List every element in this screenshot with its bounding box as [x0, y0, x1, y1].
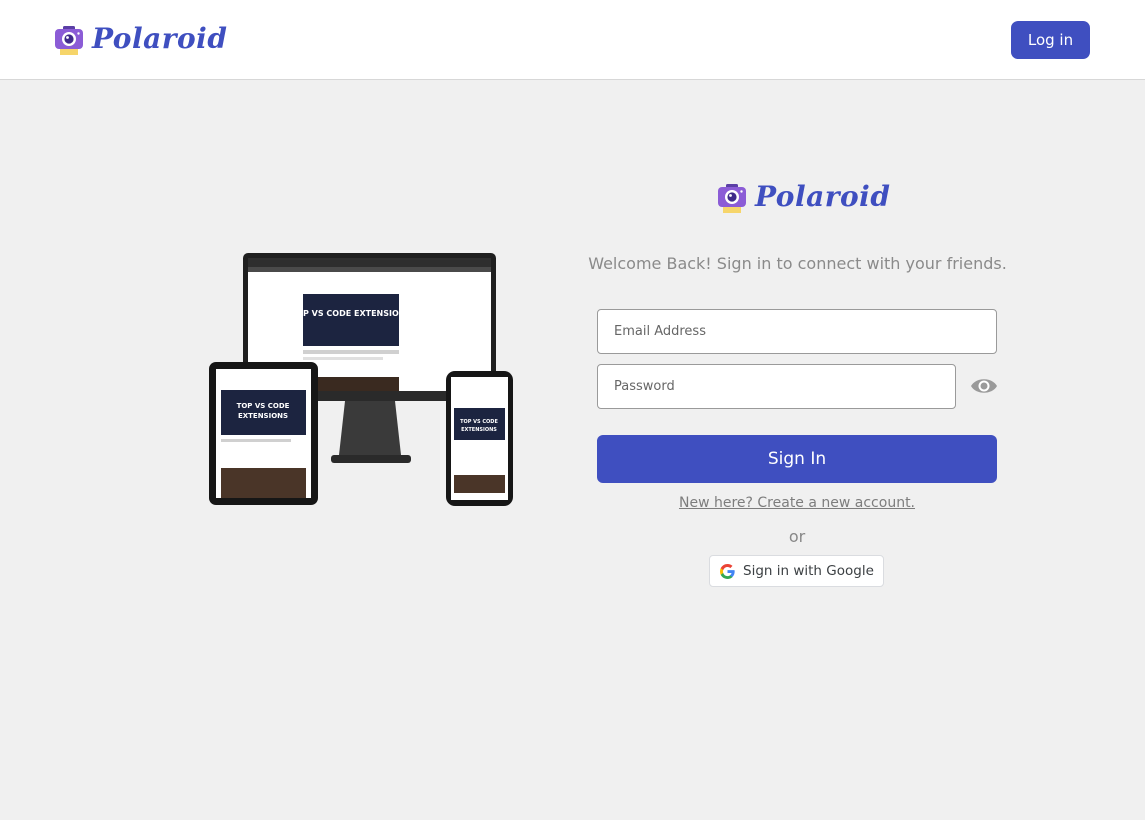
screen-headline: TOP VS CODE EXTENSIONS: [291, 309, 412, 318]
form-brand-logo: Polaroid: [717, 180, 890, 213]
sign-in-button[interactable]: Sign In: [597, 435, 997, 483]
google-g-icon: [720, 563, 735, 579]
svg-text:TOP VS CODE: TOP VS CODE: [460, 419, 498, 425]
create-account-link[interactable]: New here? Create a new account.: [597, 495, 997, 511]
top-navbar: Polaroid Log in: [0, 0, 1145, 80]
form-brand-name: Polaroid: [755, 180, 891, 213]
brand-logo[interactable]: Polaroid: [54, 22, 227, 55]
welcome-message: Welcome Back! Sign in to connect with yo…: [588, 254, 1007, 273]
devices-illustration: TOP VS CODE EXTENSIONS TOP VS CODE EXTEN…: [209, 253, 513, 506]
email-field[interactable]: [597, 309, 997, 354]
camera-icon: [718, 183, 746, 213]
svg-text:EXTENSIONS: EXTENSIONS: [461, 427, 497, 433]
camera-icon: [55, 25, 83, 55]
brand-name: Polaroid: [92, 22, 228, 55]
login-button[interactable]: Log in: [1011, 21, 1090, 59]
google-sign-in-button[interactable]: Sign in with Google: [709, 555, 884, 587]
google-button-label: Sign in with Google: [743, 563, 874, 579]
or-divider-text: or: [788, 527, 806, 546]
svg-text:EXTENSIONS: EXTENSIONS: [238, 412, 288, 420]
eye-icon[interactable]: [970, 375, 998, 397]
password-field[interactable]: [597, 364, 956, 409]
svg-text:TOP VS CODE: TOP VS CODE: [237, 402, 290, 410]
